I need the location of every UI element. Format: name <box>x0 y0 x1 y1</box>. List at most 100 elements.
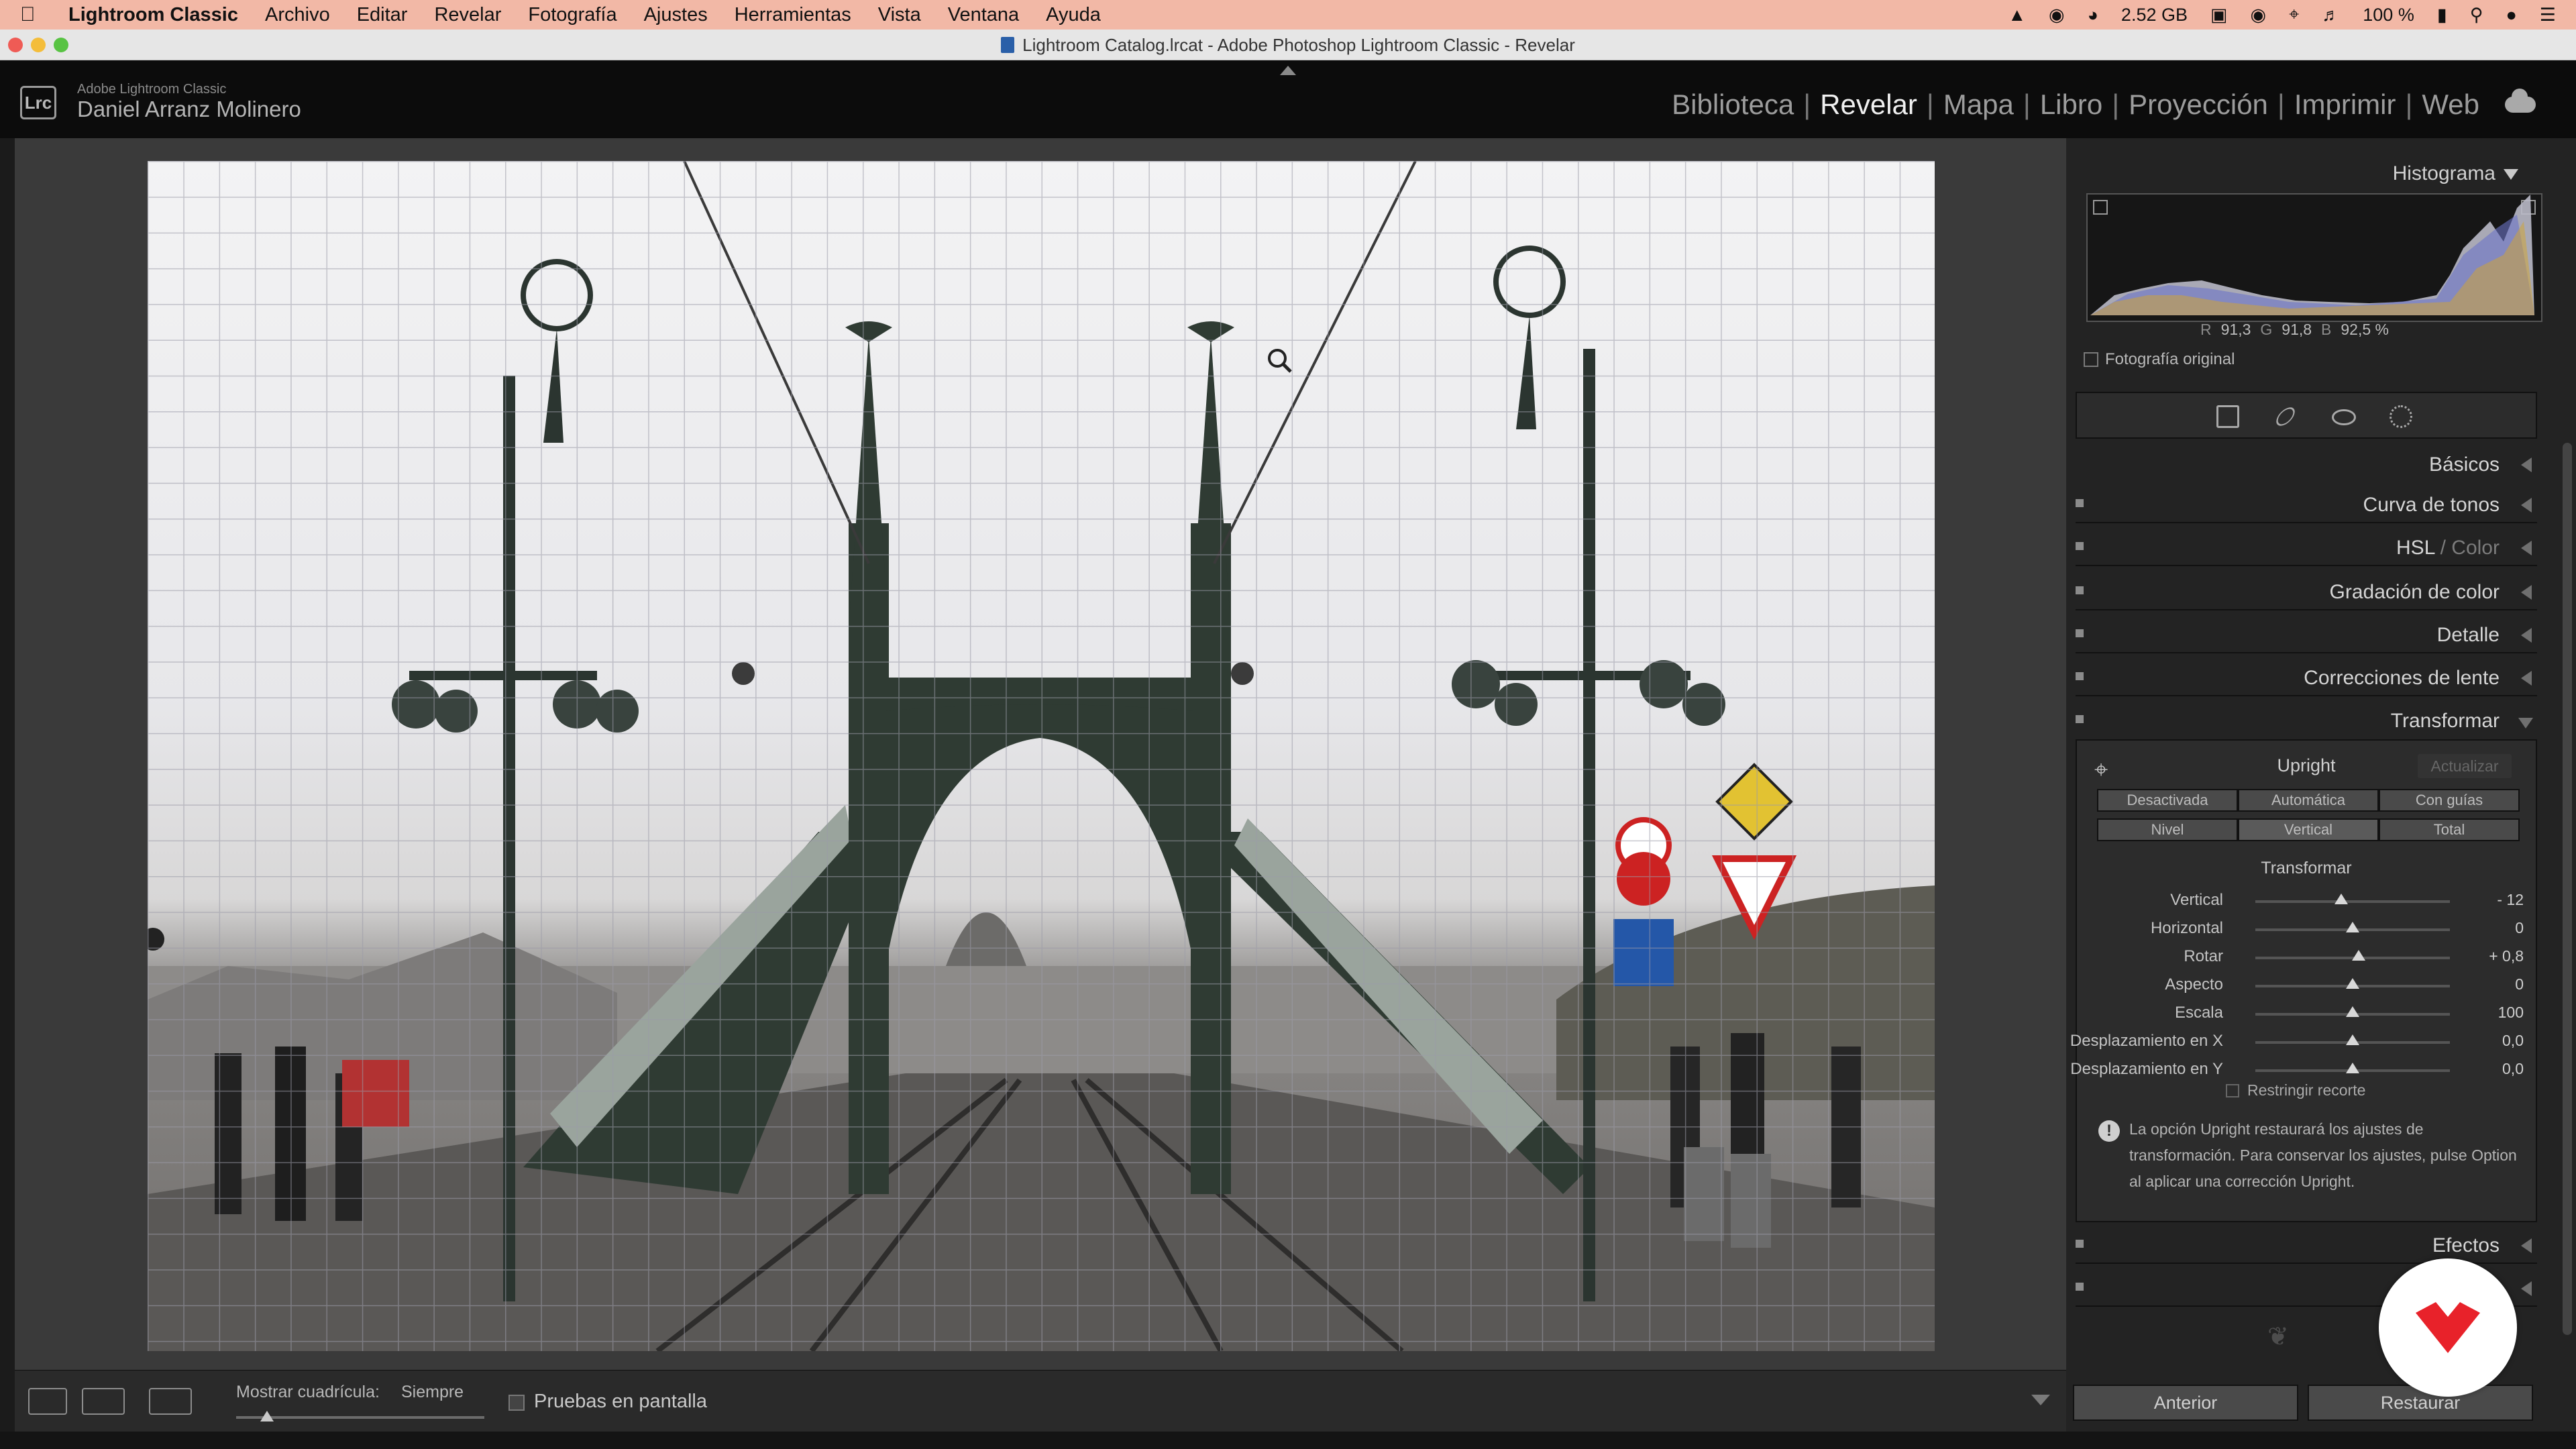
menu-app[interactable]: Lightroom Classic <box>68 4 238 26</box>
slider-value[interactable]: + 0,8 <box>2489 947 2524 965</box>
section-hsl-color[interactable]: HSL / Color <box>2076 530 2537 566</box>
update-button[interactable]: Actualizar <box>2418 754 2512 778</box>
menu-herramientas[interactable]: Herramientas <box>735 4 851 26</box>
module-mapa[interactable]: Mapa <box>1934 89 2023 121</box>
module-biblioteca[interactable]: Biblioteca <box>1662 89 1803 121</box>
slider-knob[interactable] <box>2346 1063 2359 1073</box>
slider-track[interactable] <box>2255 894 2450 904</box>
collapse-top-panel-icon[interactable] <box>1280 66 1296 75</box>
section-correcciones-lente[interactable]: Correcciones de lente <box>2076 660 2537 696</box>
slider-value[interactable]: 0,0 <box>2502 1032 2524 1050</box>
slider-value[interactable]: 0 <box>2515 975 2524 994</box>
hsl-tab[interactable]: HSL <box>2396 537 2434 559</box>
grid-select[interactable]: Siempre <box>401 1383 464 1402</box>
slider-track[interactable] <box>2255 1006 2450 1017</box>
menu-ajustes[interactable]: Ajustes <box>644 4 708 26</box>
slider-knob[interactable] <box>2334 894 2348 904</box>
histogram-collapse-icon[interactable] <box>2504 169 2518 180</box>
toolbar-menu-icon[interactable] <box>2031 1395 2050 1405</box>
menu-editar[interactable]: Editar <box>357 4 408 26</box>
section-detalle[interactable]: Detalle <box>2076 617 2537 653</box>
panel-switch[interactable] <box>2076 672 2084 680</box>
section-transformar[interactable]: Transformar <box>2076 703 2537 739</box>
slider-value[interactable]: 100 <box>2498 1004 2524 1022</box>
expand-icon[interactable] <box>2521 458 2532 472</box>
module-revelar[interactable]: Revelar <box>1811 89 1927 121</box>
slider-value[interactable]: 0 <box>2515 919 2524 937</box>
masking-tool-icon[interactable] <box>2390 405 2412 428</box>
menu-ayuda[interactable]: Ayuda <box>1046 4 1101 26</box>
menu-fotografia[interactable]: Fotografía <box>528 4 616 26</box>
upright-auto-button[interactable]: Automática <box>2238 789 2379 812</box>
battery-percent[interactable]: 100 % <box>2363 5 2414 25</box>
expand-icon[interactable] <box>2521 1281 2532 1296</box>
panel-scrollbar[interactable] <box>2563 443 2572 1335</box>
module-web[interactable]: Web <box>2412 89 2489 121</box>
healing-tool-icon[interactable] <box>2273 404 2298 429</box>
panel-switch[interactable] <box>2076 1240 2084 1248</box>
volume-icon[interactable]: ♬ <box>2322 5 2340 25</box>
expand-icon[interactable] <box>2521 541 2532 555</box>
expand-icon[interactable] <box>2521 585 2532 600</box>
before-after-lr-button[interactable] <box>82 1388 125 1415</box>
collapse-icon[interactable] <box>2518 718 2533 729</box>
section-curva-tonos[interactable]: Curva de tonos <box>2076 487 2537 523</box>
crop-tool-icon[interactable] <box>2216 405 2239 428</box>
memory-value[interactable]: 2.52 GB <box>2121 5 2188 25</box>
histogram-header[interactable]: Histograma <box>2066 149 2536 184</box>
creative-cloud-icon[interactable]: ◉ <box>2049 5 2065 25</box>
upright-guided-button[interactable]: Con guías <box>2379 789 2520 812</box>
siri-icon[interactable]: ● <box>2506 5 2516 25</box>
section-basicos[interactable]: Básicos <box>2076 447 2537 483</box>
grid-size-slider[interactable] <box>236 1411 484 1421</box>
slider-track[interactable] <box>2255 1063 2450 1073</box>
slider-track[interactable] <box>2255 922 2450 932</box>
slider-knob[interactable] <box>2351 950 2365 961</box>
panel-switch[interactable] <box>2076 629 2084 637</box>
section-efectos[interactable]: Efectos <box>2076 1228 2537 1264</box>
original-photo-toggle[interactable]: Fotografía original <box>2084 350 2235 369</box>
upright-vertical-button[interactable]: Vertical <box>2238 818 2379 841</box>
panel-switch[interactable] <box>2076 499 2084 507</box>
before-after-tb-button[interactable] <box>149 1388 192 1415</box>
battery-icon[interactable]: ▮ <box>2437 5 2447 25</box>
upright-off-button[interactable]: Desactivada <box>2097 789 2238 812</box>
menu-archivo[interactable]: Archivo <box>265 4 330 26</box>
module-imprimir[interactable]: Imprimir <box>2285 89 2406 121</box>
section-gradacion-color[interactable]: Gradación de color <box>2076 574 2537 610</box>
grid-size-knob[interactable] <box>260 1411 274 1421</box>
panel-switch[interactable] <box>2076 542 2084 550</box>
photo-preview[interactable] <box>148 161 1935 1351</box>
slider-track[interactable] <box>2255 950 2450 961</box>
expand-icon[interactable] <box>2521 1238 2532 1253</box>
slider-value[interactable]: 0,0 <box>2502 1060 2524 1078</box>
slider-knob[interactable] <box>2346 1006 2359 1017</box>
expand-icon[interactable] <box>2521 671 2532 686</box>
panel-switch[interactable] <box>2076 586 2084 594</box>
slider-knob[interactable] <box>2346 1034 2359 1045</box>
slider-knob[interactable] <box>2346 978 2359 989</box>
upright-full-button[interactable]: Total <box>2379 818 2520 841</box>
photo-canvas[interactable] <box>15 138 2066 1370</box>
restrict-crop-checkbox[interactable] <box>2226 1083 2239 1097</box>
menu-vista[interactable]: Vista <box>878 4 921 26</box>
loupe-view-button[interactable] <box>28 1388 67 1415</box>
menu-revelar[interactable]: Revelar <box>434 4 501 26</box>
histogram[interactable] <box>2086 193 2542 322</box>
expand-icon[interactable] <box>2521 498 2532 513</box>
slider-track[interactable] <box>2255 978 2450 989</box>
color-tab[interactable]: Color <box>2451 537 2500 559</box>
soft-proof-checkbox[interactable] <box>508 1395 525 1411</box>
previous-button[interactable]: Anterior <box>2073 1385 2298 1421</box>
filmstrip-collapsed[interactable] <box>0 1432 2576 1449</box>
module-proyeccion[interactable]: Proyección <box>2119 89 2277 121</box>
vlc-icon[interactable]: ▲ <box>2008 5 2026 25</box>
display-icon[interactable]: ▣ <box>2210 5 2228 25</box>
spotlight-icon[interactable]: ⚲ <box>2470 5 2483 25</box>
menu-ventana[interactable]: Ventana <box>948 4 1019 26</box>
control-center-icon[interactable]: ☰ <box>2540 5 2556 25</box>
vpn-icon[interactable]: ◉ <box>2251 5 2267 25</box>
slider-value[interactable]: - 12 <box>2497 891 2524 909</box>
red-eye-tool-icon[interactable] <box>2332 409 2356 425</box>
apple-icon[interactable]:  <box>20 3 48 26</box>
